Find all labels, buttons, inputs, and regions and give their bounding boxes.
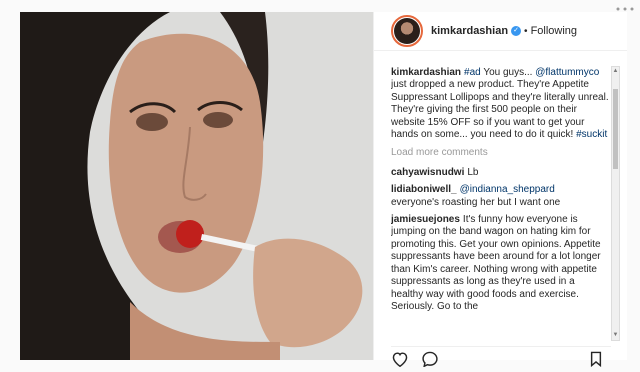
- scroll-down-icon[interactable]: ▼: [612, 331, 619, 340]
- scrollbar-thumb[interactable]: [613, 89, 618, 169]
- comment-username[interactable]: cahyawisnudwi: [391, 167, 464, 178]
- following-button[interactable]: Following: [531, 25, 577, 37]
- hashtag-ad[interactable]: #ad: [464, 67, 481, 78]
- post-image[interactable]: [20, 12, 373, 360]
- post-sidebar: kimkardashian ✓ • Following kimkardashia…: [373, 12, 627, 368]
- comment: cahyawisnudwi Lb: [391, 167, 609, 179]
- post-header: kimkardashian ✓ • Following: [374, 12, 627, 51]
- post-photo-illustration: [20, 12, 373, 360]
- caption-mention[interactable]: @flattummyco: [535, 67, 599, 78]
- load-more-comments[interactable]: Load more comments: [391, 147, 609, 159]
- caption-username[interactable]: kimkardashian: [391, 67, 461, 78]
- comment-mention[interactable]: @indianna_sheppard: [460, 184, 555, 195]
- hashtag-suckit[interactable]: #suckit: [576, 129, 607, 140]
- comment-icon[interactable]: [421, 351, 439, 372]
- verified-badge-icon: ✓: [511, 26, 522, 36]
- caption-text-1: You guys...: [480, 67, 536, 78]
- bookmark-icon[interactable]: [589, 351, 603, 372]
- avatar[interactable]: [391, 15, 423, 47]
- author-username[interactable]: kimkardashian: [431, 25, 508, 37]
- comments-scrollbar[interactable]: ▲ ▼: [611, 66, 620, 341]
- scroll-up-icon[interactable]: ▲: [612, 67, 619, 76]
- heart-icon[interactable]: [391, 351, 409, 372]
- comment-username[interactable]: jamiesuejones: [391, 214, 460, 225]
- more-icon[interactable]: [610, 0, 640, 11]
- comment-text: Lb: [467, 166, 479, 178]
- separator-dot: •: [524, 25, 528, 37]
- comment-text: everyone's roasting her but I want one: [391, 196, 561, 208]
- comment: jamiesuejones It's funny how everyone is …: [391, 214, 609, 313]
- comment-text: It's funny how everyone is jumping on th…: [391, 214, 601, 312]
- comment: lidiaboniwell_ @indianna_sheppard everyone…: [391, 184, 609, 209]
- post-actions: [391, 346, 611, 371]
- comment-username[interactable]: lidiaboniwell_: [391, 184, 457, 195]
- comments-list: kimkardashian #ad You guys... @flattummyc…: [391, 67, 609, 335]
- caption: kimkardashian #ad You guys... @flattummyc…: [391, 67, 609, 141]
